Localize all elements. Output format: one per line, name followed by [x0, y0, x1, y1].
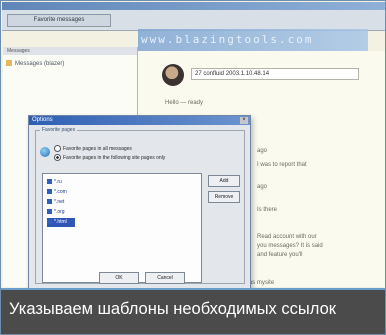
page-icon [47, 209, 52, 215]
remove-button[interactable]: Remove [208, 191, 240, 203]
avatar [162, 64, 184, 86]
page-icon [47, 199, 52, 205]
folder-icon [6, 60, 12, 67]
chat-line: I was to report that [257, 162, 307, 168]
url-pattern-list[interactable]: *.ru *.com *.net *.org *.html [42, 173, 202, 283]
list-item[interactable]: *.ru [47, 178, 62, 187]
caption-text: Указываем шаблоны необходимых ссылок [9, 300, 336, 318]
chat-line: and feature you'll [257, 252, 303, 258]
favorite-pages-group: Favorite pages Favorite pages in all mes… [35, 126, 245, 284]
globe-icon [40, 147, 50, 157]
list-item-selected[interactable]: *.html [47, 218, 75, 227]
chat-line: ago [257, 148, 268, 154]
chat-line: Hello — ready [165, 100, 204, 106]
caption-bar: Указываем шаблоны необходимых ссылок [1, 288, 385, 334]
add-button[interactable]: Add [208, 175, 240, 187]
cancel-button[interactable]: Cancel [145, 272, 185, 284]
message-header: 27 confluid 2003.1.10.48.14 [191, 68, 359, 80]
page-icon [47, 189, 52, 195]
group-label: Favorite pages [40, 126, 78, 134]
chat-line: Is there [257, 207, 278, 213]
close-icon[interactable]: × [240, 117, 248, 124]
list-item[interactable]: *.com [47, 188, 67, 197]
radio-icon [54, 154, 61, 162]
radio-selected-pages[interactable]: Favorite pages in the following site pag… [54, 154, 165, 162]
site-url: www.blazingtools.com [141, 33, 314, 46]
chat-line: you messages? It is said [257, 243, 323, 249]
chat-line: ago [257, 184, 268, 190]
page-icon [47, 179, 52, 185]
tree-item[interactable]: Messages (blazer) [6, 59, 64, 69]
radio-icon [54, 145, 61, 153]
screenshot-frame: Favorite messages Messages Messages (bla… [0, 0, 386, 335]
ok-button[interactable]: OK [99, 272, 139, 284]
tree-panel-header: Messages [3, 47, 137, 55]
radio-all-messages[interactable]: Favorite pages in all messages [54, 145, 132, 153]
chat-line: Read account with our [257, 234, 317, 240]
list-item[interactable]: *.org [47, 208, 65, 217]
app-title-bar [2, 2, 385, 10]
favorites-toolbar-button[interactable]: Favorite messages [7, 14, 111, 27]
list-item[interactable]: *.net [47, 198, 64, 207]
options-dialog: Options × Favorite pages Favorite pages … [28, 115, 251, 290]
page-icon [47, 219, 52, 225]
dialog-title-bar: Options [29, 116, 250, 125]
